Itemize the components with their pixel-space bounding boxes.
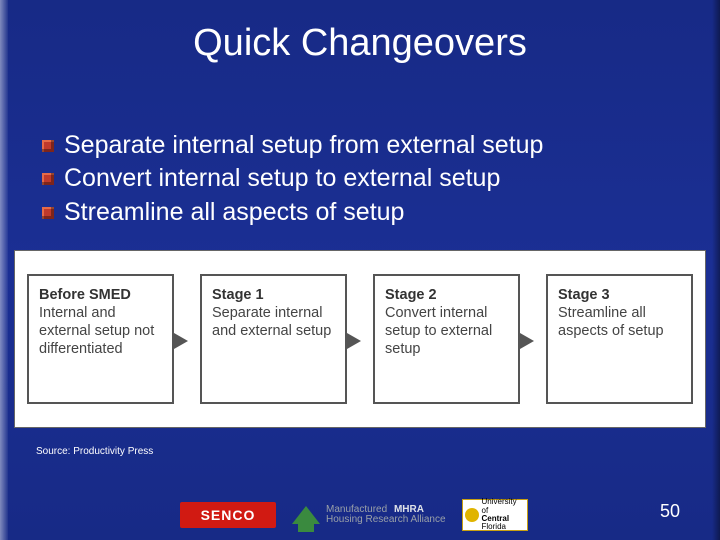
stage-box-3: Stage 3 Streamline all aspects of setup bbox=[546, 274, 693, 404]
bullet-text: Streamline all aspects of setup bbox=[64, 197, 404, 228]
logo-mhra-line2: Housing Research Alliance bbox=[326, 514, 446, 525]
footer-logos: SENCO Manufactured MHRA Housing Research… bbox=[0, 490, 720, 540]
stage-heading: Before SMED bbox=[39, 287, 131, 303]
logo-mhra-abbrev: MHRA bbox=[394, 504, 424, 515]
bullet-list: Separate internal setup from external se… bbox=[42, 130, 690, 230]
stage-body: Internal and external setup not differen… bbox=[39, 305, 154, 357]
logo-mhra-line1: Manufactured bbox=[326, 504, 387, 515]
logo-mhra: Manufactured MHRA Housing Research Allia… bbox=[292, 499, 446, 531]
bullet-icon bbox=[42, 140, 54, 152]
slide-title: Quick Changeovers bbox=[0, 22, 720, 65]
logo-ucf-text: University of Central Florida bbox=[482, 498, 525, 532]
bullet-text: Convert internal setup to external setup bbox=[64, 163, 500, 194]
page-number: 50 bbox=[660, 501, 680, 522]
stage-body: Streamline all aspects of setup bbox=[558, 305, 664, 339]
bullet-item: Separate internal setup from external se… bbox=[42, 130, 690, 161]
bullet-icon bbox=[42, 207, 54, 219]
bullet-text: Separate internal setup from external se… bbox=[64, 130, 543, 161]
logo-senco: SENCO bbox=[180, 499, 276, 531]
stage-box-before: Before SMED Internal and external setup … bbox=[27, 274, 174, 404]
source-citation: Source: Productivity Press bbox=[36, 446, 153, 457]
bullet-item: Streamline all aspects of setup bbox=[42, 197, 690, 228]
stage-box-1: Stage 1 Separate internal and external s… bbox=[200, 274, 347, 404]
house-icon bbox=[292, 506, 320, 524]
logo-ucf-line1: University of bbox=[482, 497, 517, 514]
logo-ucf-line3: Florida bbox=[482, 522, 506, 531]
stage-box-2: Stage 2 Convert internal setup to extern… bbox=[373, 274, 520, 404]
logo-ucf: University of Central Florida bbox=[462, 499, 528, 531]
bullet-item: Convert internal setup to external setup bbox=[42, 163, 690, 194]
logo-mhra-text: Manufactured MHRA Housing Research Allia… bbox=[326, 505, 446, 526]
stage-heading: Stage 2 bbox=[385, 287, 437, 303]
stage-heading: Stage 3 bbox=[558, 287, 610, 303]
bullet-icon bbox=[42, 173, 54, 185]
slide: Quick Changeovers Separate internal setu… bbox=[0, 0, 720, 540]
pegasus-icon bbox=[465, 508, 479, 522]
stage-heading: Stage 1 bbox=[212, 287, 264, 303]
smed-diagram: Before SMED Internal and external setup … bbox=[14, 250, 706, 428]
stage-body: Separate internal and external setup bbox=[212, 305, 331, 339]
stage-body: Convert internal setup to external setup bbox=[385, 305, 492, 357]
logo-senco-text: SENCO bbox=[180, 502, 276, 528]
